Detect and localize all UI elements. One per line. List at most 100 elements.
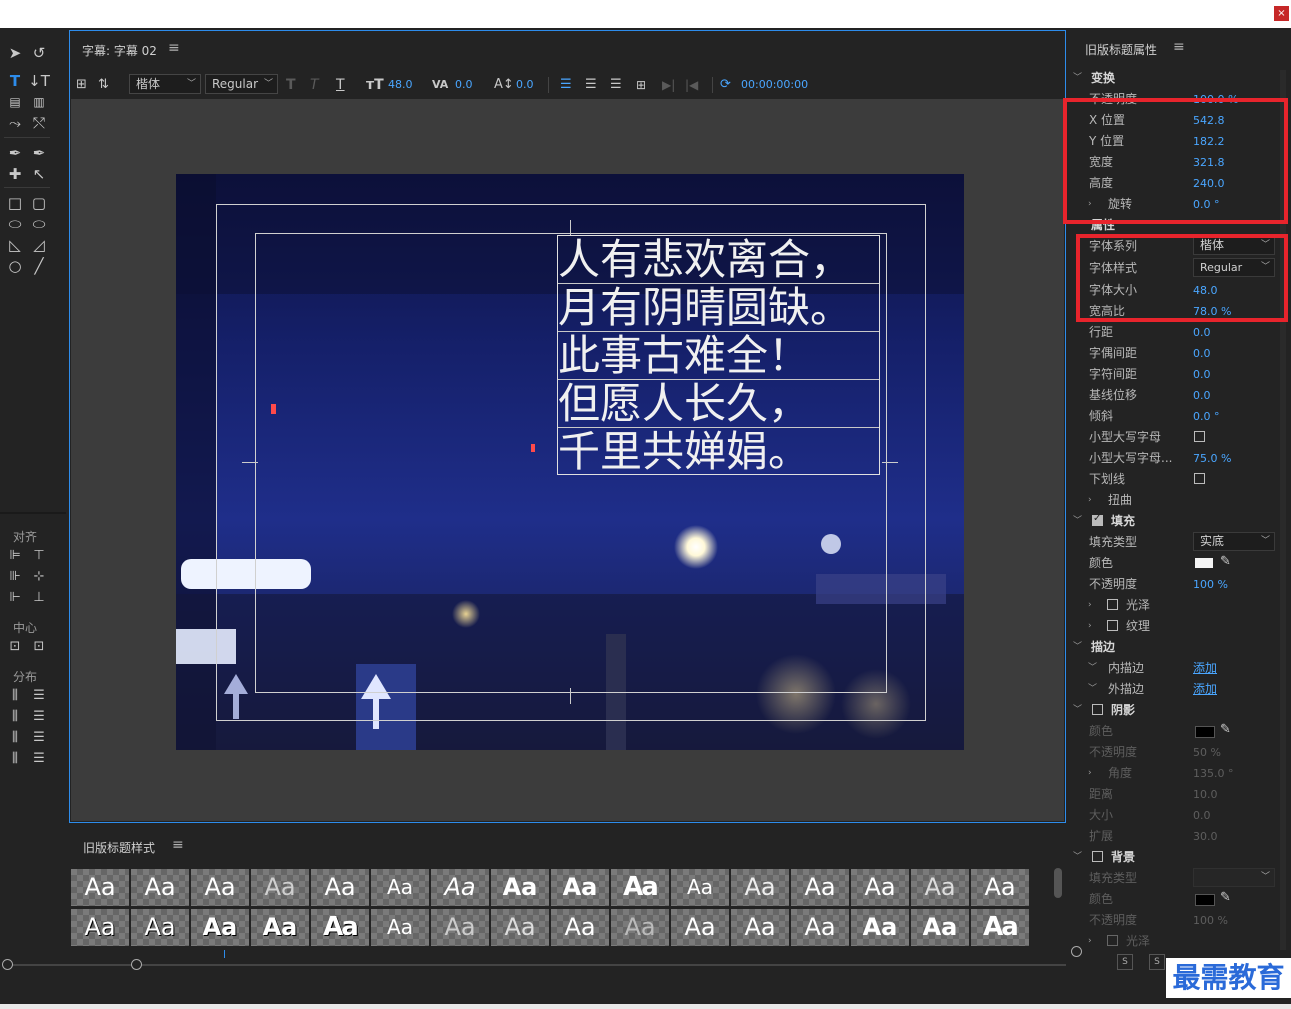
tab-stops-icon[interactable]: ⊞: [636, 75, 646, 95]
style-swatch[interactable]: Aa: [491, 869, 549, 906]
align-bottom-icon[interactable]: ⊥: [28, 589, 50, 607]
italic-icon[interactable]: T: [310, 75, 319, 95]
style-swatch[interactable]: Aa: [611, 869, 669, 906]
play-forward-icon[interactable]: ▶|: [662, 75, 675, 95]
center-horizontal-icon[interactable]: ⊡: [4, 638, 26, 656]
vertical-area-type-tool-icon[interactable]: ▥: [28, 93, 50, 111]
align-center-h-icon[interactable]: ⊪: [4, 568, 26, 586]
style-swatch[interactable]: Aa: [611, 909, 669, 946]
small-caps-checkbox[interactable]: [1194, 431, 1205, 442]
play-back-icon[interactable]: |◀: [685, 75, 698, 95]
align-left-icon[interactable]: ⊫: [4, 547, 26, 565]
font-size-value[interactable]: 48.0: [388, 75, 413, 95]
vertical-path-type-tool-icon[interactable]: ⤲: [28, 114, 50, 132]
background-checkbox[interactable]: [1092, 851, 1103, 862]
style-swatch[interactable]: Aa: [71, 909, 129, 946]
align-top-icon[interactable]: ⊤: [28, 547, 50, 565]
style-swatch[interactable]: Aa: [311, 869, 369, 906]
eyedropper-icon[interactable]: ✎: [1220, 890, 1231, 905]
add-inner-stroke-link[interactable]: 添加: [1193, 658, 1217, 679]
leading-value[interactable]: 0.0: [516, 75, 534, 95]
rounded-rectangle-tool-icon[interactable]: ▢: [28, 194, 50, 212]
prop-distort[interactable]: › 扭曲: [1068, 490, 1291, 511]
align-left-text-icon[interactable]: ☰: [560, 75, 572, 95]
style-swatch[interactable]: Aa: [791, 909, 849, 946]
timeline-handle-right[interactable]: [131, 959, 142, 970]
wedge-tool-icon[interactable]: ◺: [4, 236, 26, 254]
distribute-horizontal-space-icon[interactable]: ⫼: [4, 750, 26, 768]
rounded-corner-tool-icon[interactable]: ⬭: [28, 215, 50, 233]
clipped-rectangle-tool-icon[interactable]: ⬭: [4, 215, 26, 233]
bg-sheen-checkbox[interactable]: [1107, 935, 1118, 946]
fill-type-dropdown[interactable]: 实底 ﹀: [1193, 532, 1275, 551]
style-swatch[interactable]: Aa: [851, 909, 909, 946]
style-swatch[interactable]: Aa: [911, 869, 969, 906]
style-swatch[interactable]: Aa: [791, 869, 849, 906]
style-swatch[interactable]: Aa: [971, 869, 1029, 906]
vertical-type-tool-icon[interactable]: ↓T: [28, 72, 50, 90]
fill-color-swatch[interactable]: [1195, 558, 1213, 568]
style-swatch[interactable]: Aa: [191, 909, 249, 946]
style-swatch[interactable]: Aa: [131, 869, 189, 906]
convert-anchor-tool-icon[interactable]: ↖: [28, 165, 50, 183]
eyedropper-icon[interactable]: ✎: [1220, 722, 1231, 737]
section-transform[interactable]: ﹀ 变换: [1068, 68, 1291, 89]
style-swatch[interactable]: Aa: [71, 869, 129, 906]
timeline-handle-left[interactable]: [2, 959, 13, 970]
style-swatch[interactable]: Aa: [371, 869, 429, 906]
style-swatch[interactable]: Aa: [251, 869, 309, 906]
style-swatch[interactable]: Aa: [431, 869, 489, 906]
style-swatch[interactable]: Aa: [551, 909, 609, 946]
bg-fill-type-dropdown[interactable]: ﹀: [1193, 868, 1275, 887]
bg-color-swatch[interactable]: [1195, 894, 1215, 906]
props-scroll-handle[interactable]: [1071, 946, 1082, 957]
shadow-checkbox[interactable]: [1092, 704, 1103, 715]
caption-text-box[interactable]: 人有悲欢离合， 月有阴晴圆缺。 此事古难全！ 但愿人长久， 千里共婵娟。: [557, 235, 880, 475]
delete-anchor-tool-icon[interactable]: ✒: [28, 144, 50, 162]
distribute-left-icon[interactable]: ⫼: [4, 687, 26, 705]
center-vertical-icon[interactable]: ⊡: [28, 638, 50, 656]
canvas-area[interactable]: 人有悲欢离合， 月有阴晴圆缺。 此事古难全！ 但愿人长久， 千里共婵娟。: [71, 99, 1064, 821]
type-tool-icon[interactable]: T: [4, 72, 26, 90]
eyedropper-icon[interactable]: ✎: [1220, 554, 1231, 569]
section-background[interactable]: ﹀ 背景: [1068, 847, 1291, 868]
distribute-right-icon[interactable]: ⫼: [4, 729, 26, 747]
distribute-top-icon[interactable]: ☰: [28, 687, 50, 705]
fill-checkbox[interactable]: [1092, 513, 1103, 526]
area-type-tool-icon[interactable]: ▤: [4, 93, 26, 111]
solo-button[interactable]: S: [1117, 954, 1133, 970]
style-swatch[interactable]: Aa: [671, 869, 729, 906]
style-swatch[interactable]: Aa: [371, 909, 429, 946]
rotation-tool-icon[interactable]: ↺: [28, 44, 50, 62]
roll-crawl-icon[interactable]: ⇅: [98, 75, 109, 95]
style-swatch[interactable]: Aa: [671, 909, 729, 946]
selection-tool-icon[interactable]: ➤: [4, 44, 26, 62]
props-panel-menu-icon[interactable]: ≡: [1173, 39, 1185, 55]
bold-icon[interactable]: T: [286, 75, 296, 95]
style-swatch[interactable]: Aa: [491, 909, 549, 946]
section-strokes[interactable]: ﹀ 描边: [1068, 637, 1291, 658]
section-shadow[interactable]: ﹀ 阴影: [1068, 700, 1291, 721]
style-swatch[interactable]: Aa: [731, 909, 789, 946]
arc-tool-icon[interactable]: ◿: [28, 236, 50, 254]
align-center-text-icon[interactable]: ☰: [585, 75, 597, 95]
style-swatch[interactable]: Aa: [251, 909, 309, 946]
line-tool-icon[interactable]: ╱: [28, 257, 50, 275]
rectangle-tool-icon[interactable]: □: [4, 194, 26, 212]
distribute-center-h-icon[interactable]: ⫼: [4, 708, 26, 726]
section-fill[interactable]: ﹀填充: [1068, 511, 1291, 532]
style-swatch[interactable]: Aa: [431, 909, 489, 946]
style-swatch[interactable]: Aa: [131, 909, 189, 946]
font-style-select[interactable]: Regular ﹀: [205, 74, 278, 94]
distribute-bottom-icon[interactable]: ☰: [28, 729, 50, 747]
texture-checkbox[interactable]: [1107, 620, 1118, 631]
sheen-checkbox[interactable]: [1107, 599, 1118, 610]
distribute-vertical-space-icon[interactable]: ☰: [28, 750, 50, 768]
align-center-v-icon[interactable]: ⊹: [28, 568, 50, 586]
close-button[interactable]: ×: [1274, 6, 1289, 21]
style-swatch[interactable]: Aa: [551, 869, 609, 906]
shadow-color-swatch[interactable]: [1195, 726, 1215, 738]
align-right-icon[interactable]: ⊩: [4, 589, 26, 607]
styles-panel-menu-icon[interactable]: ≡: [172, 837, 184, 853]
style-swatch[interactable]: Aa: [191, 869, 249, 906]
